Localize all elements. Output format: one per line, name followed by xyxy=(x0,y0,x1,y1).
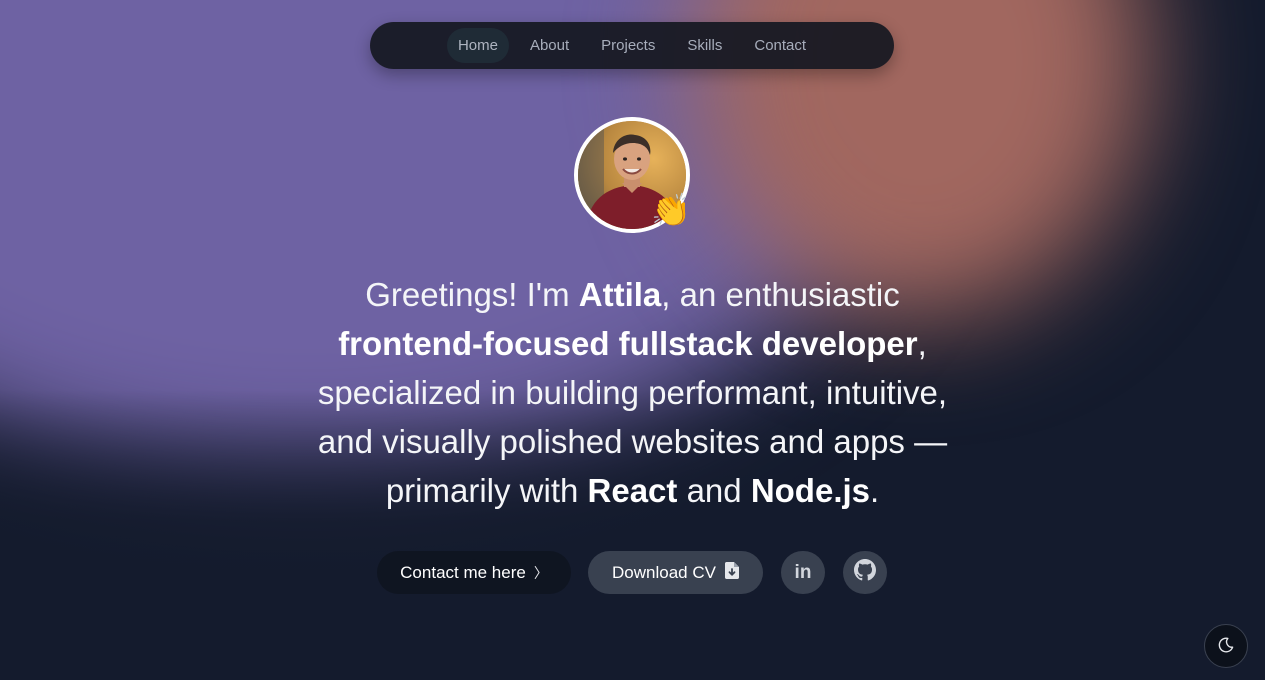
top-navigation: Home About Projects Skills Contact xyxy=(370,22,894,69)
hero-headline: Greetings! I'm Attila, an enthusiastic f… xyxy=(0,270,1265,515)
headline-text: and xyxy=(677,472,751,509)
headline-role: frontend-focused fullstack developer xyxy=(338,325,918,362)
headline-text: primarily with xyxy=(385,472,588,509)
nav-item-projects[interactable]: Projects xyxy=(590,28,666,63)
nav-item-skills[interactable]: Skills xyxy=(676,28,733,63)
clapping-hands-icon: 👏 xyxy=(651,191,691,229)
download-cv-button[interactable]: Download CV xyxy=(588,551,763,594)
contact-me-label: Contact me here xyxy=(400,562,526,582)
headline-text: specialized in building performant, intu… xyxy=(317,374,948,411)
headline-tech-node: Node.js xyxy=(750,472,871,509)
download-cv-label: Download CV xyxy=(612,562,716,582)
nav-item-home[interactable]: Home xyxy=(446,28,509,63)
nav-item-contact[interactable]: Contact xyxy=(743,28,817,63)
file-download-icon xyxy=(724,561,739,584)
headline-text: , an enthusiastic xyxy=(661,276,900,313)
headline-name: Attila xyxy=(578,276,662,313)
headline-text: and visually polished websites and apps … xyxy=(317,423,948,460)
github-button[interactable] xyxy=(843,551,887,594)
headline-tech-react: React xyxy=(587,472,678,509)
headline-text: Greetings! I'm xyxy=(365,276,579,313)
linkedin-button[interactable]: in xyxy=(781,551,825,594)
headline-text: . xyxy=(870,472,880,509)
headline-text: , xyxy=(917,325,927,362)
github-icon xyxy=(854,559,876,586)
nav-item-about[interactable]: About xyxy=(519,28,580,63)
linkedin-icon: in xyxy=(794,561,812,583)
moon-icon xyxy=(1218,637,1234,656)
chevron-right-icon: 〉 xyxy=(533,564,548,581)
contact-me-button[interactable]: Contact me here 〉 xyxy=(377,551,571,594)
theme-toggle-button[interactable] xyxy=(1204,624,1248,668)
